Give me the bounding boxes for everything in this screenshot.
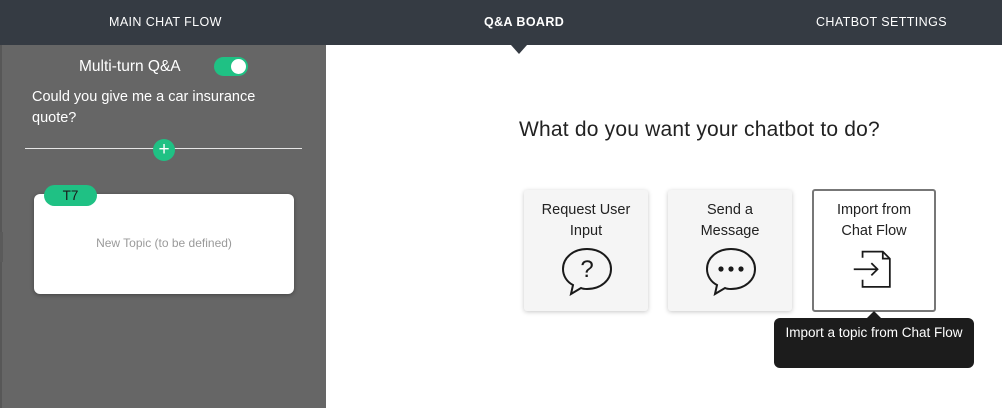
sidebar-edge [0, 45, 2, 408]
add-topic-button[interactable]: + [153, 139, 175, 161]
plus-icon: + [158, 139, 170, 160]
import-chat-flow-card[interactable]: Import from Chat Flow [812, 189, 936, 312]
page-title: What do you want your chatbot to do? [519, 118, 880, 141]
tab-chatbot-settings[interactable]: CHATBOT SETTINGS [816, 0, 947, 45]
tab-main-chat-flow[interactable]: MAIN CHAT FLOW [109, 0, 222, 45]
send-message-card[interactable]: Send a Message [668, 190, 792, 311]
toggle-knob [231, 59, 246, 74]
svg-text:?: ? [580, 256, 593, 283]
card-label: Request User Input [541, 202, 631, 239]
question-text: Could you give me a car insurance quote? [32, 89, 256, 126]
topic-text: New Topic (to be defined) [96, 236, 232, 250]
tab-qa-board[interactable]: Q&A BOARD [484, 0, 564, 45]
ellipsis-bubble-icon [705, 247, 757, 296]
multiturn-toggle[interactable] [214, 57, 248, 76]
import-tooltip: Import a topic from Chat Flow [774, 318, 974, 368]
multiturn-label: Multi-turn Q&A [79, 58, 181, 75]
card-label: Send a Message [700, 202, 760, 239]
tooltip-arrow [867, 311, 881, 318]
topic-card[interactable]: New Topic (to be defined) [34, 194, 294, 294]
card-label: Import from Chat Flow [836, 202, 912, 239]
sidebar-resize-handle[interactable] [0, 232, 3, 262]
active-tab-indicator [511, 45, 527, 54]
request-user-input-card[interactable]: Request User Input ? [524, 190, 648, 311]
question-bubble-icon: ? [561, 247, 613, 296]
top-navigation: MAIN CHAT FLOW Q&A BOARD CHATBOT SETTING… [0, 0, 1002, 45]
import-file-icon [853, 250, 891, 288]
topic-badge: T7 [44, 185, 97, 206]
